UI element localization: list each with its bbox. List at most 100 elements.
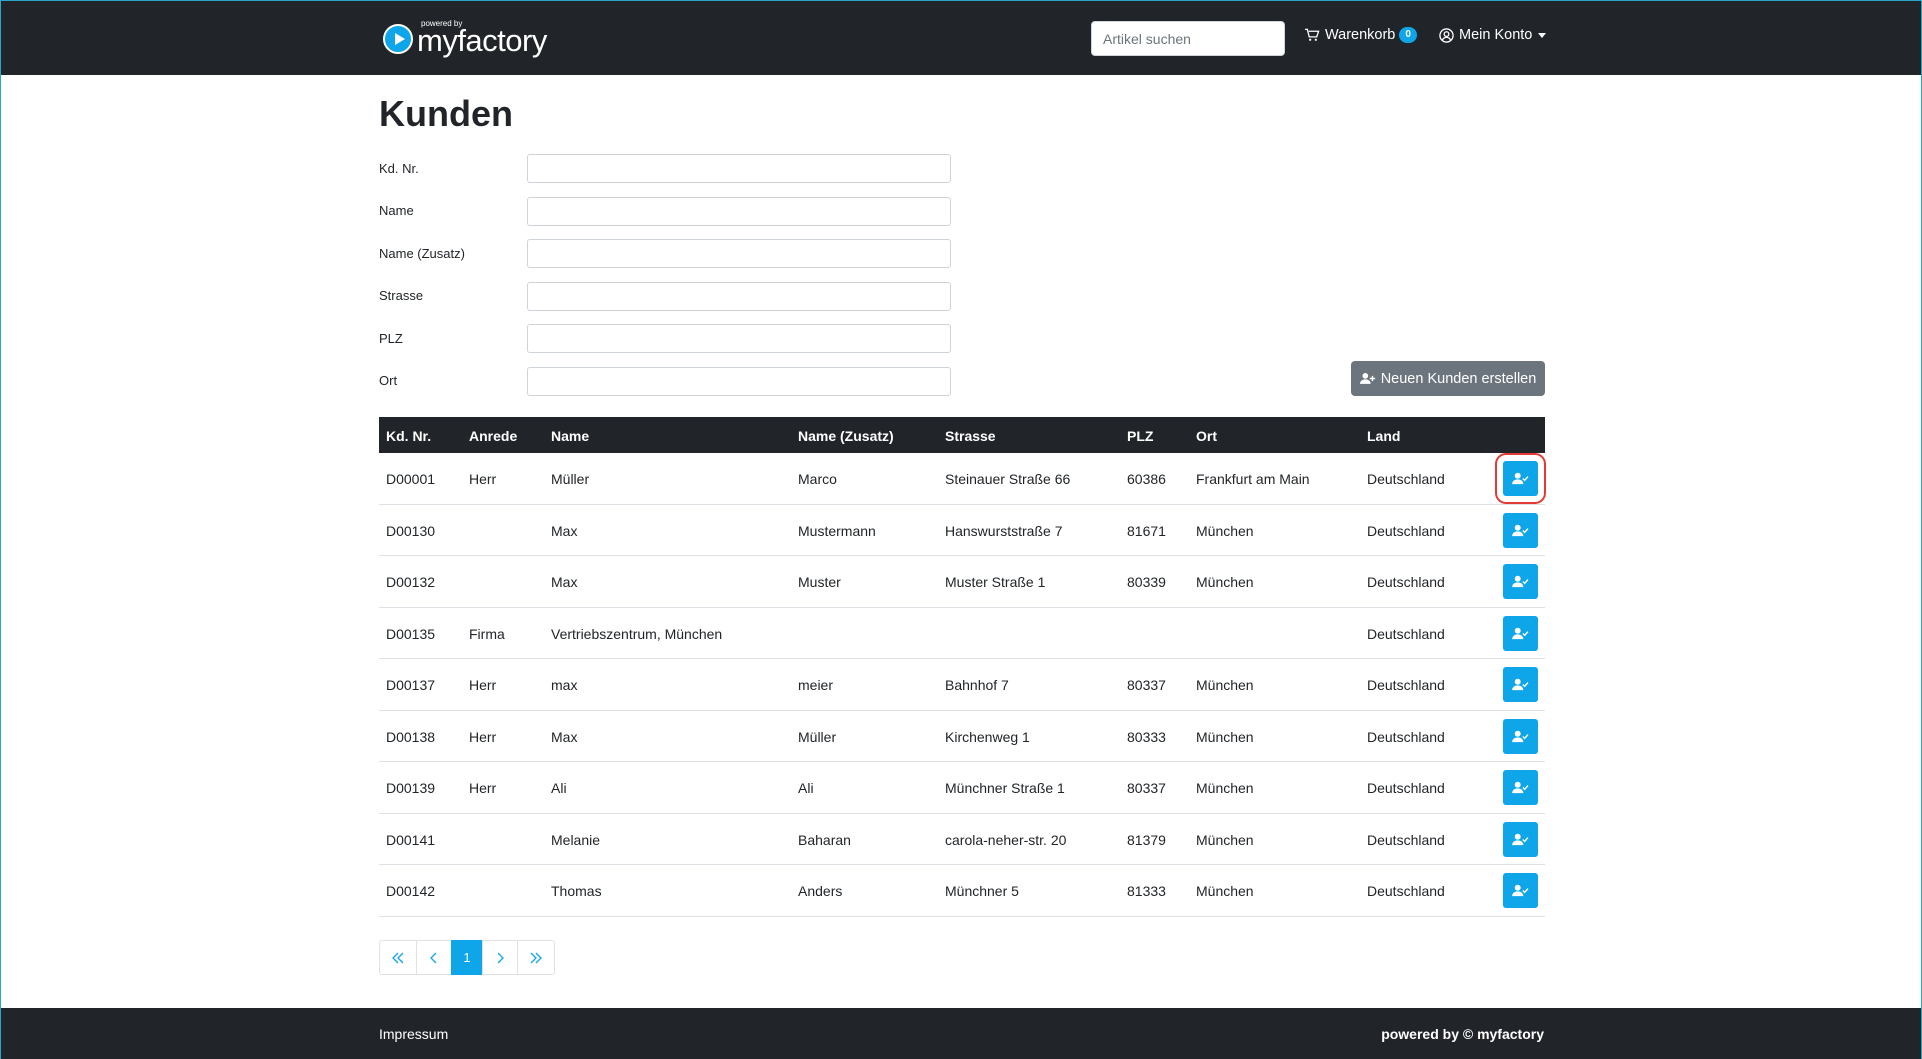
user-check-icon: [1512, 575, 1529, 588]
first-page-button[interactable]: [379, 940, 417, 975]
footer: Impressum powered by © myfactory: [1, 1008, 1921, 1059]
cell-kdnr: D00142: [386, 883, 436, 899]
cell-kdnr: D00135: [386, 625, 436, 642]
cell-land: Deutschland: [1367, 883, 1445, 899]
cell-kdnr: D00141: [386, 831, 436, 848]
cell-plz: 80339: [1127, 574, 1166, 590]
chevron-left-icon: [430, 952, 437, 963]
cart-count-badge: 0: [1399, 27, 1417, 43]
cell-land: Deutschland: [1367, 471, 1445, 487]
select-customer-button[interactable]: [1503, 667, 1538, 702]
table-header-name[interactable]: Name: [551, 428, 589, 444]
brand-logo[interactable]: powered by myfactory: [383, 19, 547, 57]
last-page-button[interactable]: [517, 940, 555, 975]
select-customer-button[interactable]: [1503, 718, 1538, 754]
cell-plz: 60386: [1127, 471, 1166, 487]
cell-plz: 80337: [1127, 677, 1166, 693]
cell-name-zusatz: Mustermann: [798, 522, 876, 539]
user-circle-icon: [1439, 27, 1454, 43]
table-row: D00138 Herr Max Müller Kirchenweg 1 80333 Münc…: [379, 711, 1545, 762]
table-header-name-zusatz[interactable]: Name (Zusatz): [798, 428, 894, 444]
table-header-ort[interactable]: Ort: [1196, 428, 1217, 444]
page-title: Kunden: [379, 93, 513, 134]
cell-kdnr: D00138: [386, 728, 436, 745]
table-header-kdnr[interactable]: Kd. Nr.: [386, 428, 431, 444]
table-header-strasse[interactable]: Strasse: [945, 428, 996, 444]
cell-plz: 81333: [1127, 883, 1166, 899]
cell-plz: 80337: [1127, 780, 1166, 796]
user-check-icon: [1512, 524, 1529, 536]
cell-strasse: Münchner 5: [945, 883, 1019, 899]
cell-kdnr: D00139: [386, 780, 436, 796]
user-check-icon: [1512, 730, 1529, 742]
table-row: D00141 Melanie Baharan carola-neher-str. 20…: [379, 814, 1545, 865]
cell-land: Deutschland: [1367, 574, 1445, 590]
table-header-land[interactable]: Land: [1367, 428, 1400, 444]
pagination: 1: [379, 940, 555, 975]
cell-strasse: Hanswurststraße 7: [945, 522, 1063, 539]
previous-page-button[interactable]: [416, 940, 452, 975]
cell-ort: München: [1196, 728, 1254, 745]
select-customer-button[interactable]: [1503, 512, 1538, 548]
cell-name: Max: [551, 522, 578, 539]
chevron-right-icon: [497, 952, 504, 963]
impressum-link[interactable]: Impressum: [379, 1026, 448, 1042]
filter-input-plz[interactable]: [527, 324, 951, 353]
user-plus-icon: [1359, 372, 1375, 384]
select-customer-button[interactable]: [1503, 770, 1538, 805]
filter-input-strasse[interactable]: [527, 282, 951, 311]
filter-label-name: Name: [379, 203, 414, 218]
table-row: D00137 Herr max meier Bahnhof 7 80337 München D…: [379, 659, 1545, 711]
select-customer-button[interactable]: [1503, 615, 1538, 651]
filter-label-kdnr: Kd. Nr.: [379, 161, 419, 176]
cart-icon: [1305, 28, 1320, 41]
customer-table: Kd. Nr. Anrede Name Name (Zusatz) Strass…: [379, 417, 1546, 917]
cell-land: Deutschland: [1367, 780, 1445, 796]
brand-name: myfactory: [417, 23, 547, 58]
table-header-plz[interactable]: PLZ: [1127, 428, 1153, 444]
cell-strasse: Münchner Straße 1: [945, 780, 1065, 796]
table-row: D00001 Herr Müller Marco Steinauer Straße 66…: [379, 453, 1546, 505]
account-dropdown[interactable]: Mein Konto: [1439, 27, 1547, 43]
cell-name: Max: [551, 574, 578, 590]
cell-name-zusatz: Baharan: [798, 831, 851, 848]
cell-name: Max: [551, 728, 578, 745]
table-row: D00135 Firma Vertriebszentrum, München Deut…: [379, 608, 1545, 659]
cell-land: Deutschland: [1367, 522, 1445, 539]
user-check-icon: [1512, 884, 1529, 897]
table-row: D00130 Max Mustermann Hanswurststraße 7 8167…: [379, 505, 1545, 556]
cell-kdnr: D00137: [386, 677, 436, 693]
filter-input-kdnr[interactable]: [527, 154, 951, 183]
cell-ort: Frankfurt am Main: [1196, 471, 1310, 487]
cart-link[interactable]: Warenkorb 0: [1305, 27, 1417, 43]
article-search-input[interactable]: [1091, 21, 1285, 56]
cell-plz: 80333: [1127, 728, 1166, 745]
cell-strasse: Kirchenweg 1: [945, 728, 1030, 745]
cell-name: max: [551, 677, 578, 693]
cell-ort: München: [1196, 780, 1254, 796]
cell-ort: München: [1196, 522, 1254, 539]
page-number-button[interactable]: 1: [451, 940, 483, 975]
cell-name: Thomas: [551, 883, 602, 899]
user-check-icon: [1512, 627, 1529, 639]
cell-kdnr: D00130: [386, 522, 436, 539]
cell-kdnr: D00001: [386, 471, 436, 487]
footer-powered-by: powered by © myfactory: [1381, 1026, 1544, 1042]
cell-name-zusatz: meier: [798, 677, 834, 693]
table-row: D00132 Max Muster Muster Straße 1 80339 Münch…: [379, 556, 1545, 608]
table-header-anrede[interactable]: Anrede: [469, 428, 517, 444]
filter-input-name[interactable]: [527, 197, 951, 226]
cell-land: Deutschland: [1367, 831, 1445, 848]
select-customer-button[interactable]: [1503, 873, 1538, 908]
cell-name-zusatz: Ali: [798, 780, 814, 796]
select-customer-button[interactable]: [1503, 821, 1538, 857]
select-customer-button[interactable]: [1503, 564, 1538, 599]
next-page-button[interactable]: [482, 940, 518, 975]
cell-anrede: Herr: [469, 471, 497, 487]
new-customer-button[interactable]: Neuen Kunden erstellen: [1351, 361, 1545, 396]
cell-name: Ali: [551, 780, 567, 796]
cell-name-zusatz: Muster: [798, 574, 841, 590]
filter-input-ort[interactable]: [527, 367, 951, 396]
select-customer-button[interactable]: [1495, 453, 1546, 504]
filter-input-name-zusatz[interactable]: [527, 239, 951, 268]
